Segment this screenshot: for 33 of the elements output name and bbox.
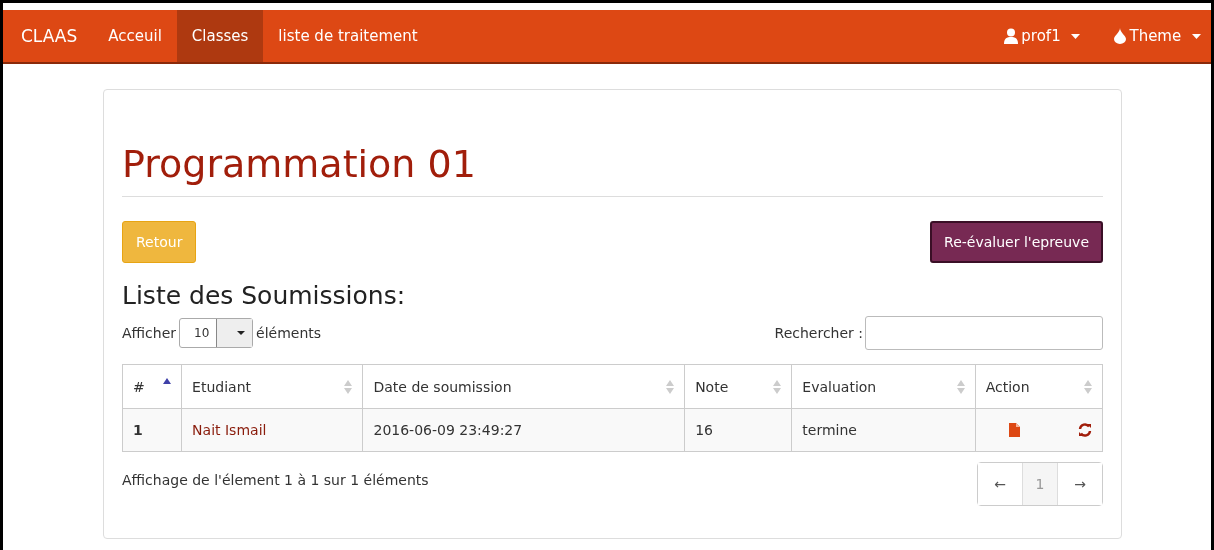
- nav-link[interactable]: Classes: [176, 10, 264, 62]
- length-label: Afficher: [122, 325, 177, 341]
- nav-link[interactable]: Acceuil: [93, 10, 177, 62]
- student-link[interactable]: Nait Ismail: [181, 408, 363, 452]
- table-cell: 16: [684, 408, 792, 452]
- page-title: Programmation 01: [122, 142, 1103, 197]
- length-select[interactable]: 10: [179, 318, 254, 348]
- column-header[interactable]: Evaluation: [791, 364, 976, 409]
- table-cell: 2016-06-09 23:49:27: [362, 408, 685, 452]
- file-icon[interactable]: [1009, 423, 1020, 437]
- brand-logo[interactable]: CLAAS: [3, 10, 94, 62]
- section-title: Liste des Soumissions:: [122, 281, 407, 310]
- table-info: Affichage de l'élement 1 à 1 sur 1 éléments: [122, 472, 429, 490]
- caret-icon: [1071, 33, 1081, 39]
- column-header[interactable]: Note: [684, 364, 792, 409]
- theme-menu[interactable]: Theme: [1129, 27, 1182, 45]
- column-header[interactable]: Action: [975, 364, 1103, 409]
- column-header[interactable]: Date de soumission: [362, 364, 685, 409]
- user-menu[interactable]: prof1: [1021, 27, 1061, 45]
- table-cell: 1: [122, 408, 182, 452]
- user-icon: [1004, 28, 1019, 44]
- refresh-icon[interactable]: [1078, 423, 1092, 437]
- caret-icon: [1192, 33, 1201, 39]
- length-label: éléments: [256, 325, 322, 341]
- caret-icon: [237, 331, 246, 335]
- nav-link[interactable]: liste de traitement: [263, 10, 433, 62]
- reevaluate-button[interactable]: Re-évaluer l'epreuve: [930, 221, 1103, 263]
- column-header[interactable]: #: [122, 364, 182, 409]
- column-header[interactable]: Etudiant: [181, 364, 363, 409]
- search-label: Rechercher :: [774, 325, 863, 341]
- search-field[interactable]: [865, 316, 1103, 350]
- table-cell: termine: [791, 408, 976, 452]
- drop-icon: [1114, 28, 1127, 44]
